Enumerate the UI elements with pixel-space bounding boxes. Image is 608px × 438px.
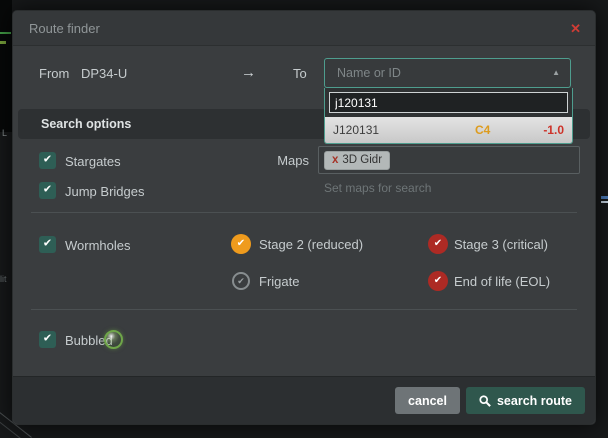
backdrop-text-fragment: L <box>2 128 7 138</box>
stage2-label: Stage 2 (reduced) <box>259 237 363 252</box>
check-icon: ✔ <box>434 239 442 249</box>
remove-tag-icon[interactable]: x <box>332 154 338 166</box>
jump-bridges-label: Jump Bridges <box>65 184 144 199</box>
option-system-name: J120131 <box>333 123 379 137</box>
section-divider <box>31 309 577 310</box>
dropdown-search-input[interactable] <box>329 92 568 113</box>
dialog-header: Route finder ✕ <box>13 11 595 46</box>
check-icon: ✔ <box>43 185 52 196</box>
frigate-label: Frigate <box>259 274 299 289</box>
backdrop-blue-line <box>601 196 608 199</box>
cancel-button-label: cancel <box>408 394 447 408</box>
to-select-placeholder: Name or ID <box>337 59 401 87</box>
option-wormhole-class: C4 <box>475 117 490 143</box>
dropdown-option-system[interactable]: J120131 C4 -1.0 <box>325 117 572 143</box>
backdrop-blue-line <box>601 201 608 203</box>
to-system-select[interactable]: Name or ID ▲ <box>324 58 571 88</box>
chevron-up-icon: ▲ <box>552 59 560 87</box>
maps-label: Maps <box>271 153 309 168</box>
map-tag-label: 3D Gidr <box>342 154 382 166</box>
bubbled-checkbox[interactable]: ✔ <box>39 331 56 348</box>
route-finder-dialog: Route finder ✕ From DP34-U → To Name or … <box>12 10 596 425</box>
section-divider <box>31 212 577 213</box>
map-tag: x 3D Gidr <box>324 151 390 170</box>
search-options-title: Search options <box>41 109 131 139</box>
arrow-right-icon: → <box>241 64 256 81</box>
to-label: To <box>293 66 307 81</box>
to-system-dropdown: J120131 C4 -1.0 <box>324 88 573 144</box>
jump-bridges-checkbox[interactable]: ✔ <box>39 182 56 199</box>
maps-select-input[interactable]: x 3D Gidr <box>318 146 580 174</box>
search-icon <box>479 395 491 407</box>
stage3-label: Stage 3 (critical) <box>454 237 548 252</box>
eol-checkbox[interactable]: ✔ <box>428 271 448 291</box>
check-icon: ✔ <box>237 239 245 249</box>
frigate-checkbox[interactable]: ✔ <box>232 272 250 290</box>
bubble-icon <box>104 330 123 349</box>
stage2-checkbox[interactable]: ✔ <box>231 234 251 254</box>
from-label: From <box>39 66 69 81</box>
option-security-status: -1.0 <box>543 117 564 143</box>
from-value: DP34-U <box>81 66 127 81</box>
dialog-footer: cancel search route <box>13 376 595 424</box>
eol-label: End of life (EOL) <box>454 274 550 289</box>
check-icon: ✔ <box>43 155 52 166</box>
backdrop-text-fragment: lit <box>0 274 7 284</box>
close-icon[interactable]: ✕ <box>570 11 581 46</box>
stage3-checkbox[interactable]: ✔ <box>428 234 448 254</box>
stargates-label: Stargates <box>65 154 121 169</box>
check-icon: ✔ <box>43 239 52 250</box>
check-icon: ✔ <box>43 334 52 345</box>
search-route-button-label: search route <box>497 394 572 408</box>
wormholes-checkbox[interactable]: ✔ <box>39 236 56 253</box>
stargates-checkbox[interactable]: ✔ <box>39 152 56 169</box>
backdrop-dark-strip <box>0 0 12 132</box>
cancel-button[interactable]: cancel <box>395 387 460 414</box>
check-icon: ✔ <box>434 276 442 286</box>
search-route-button[interactable]: search route <box>466 387 585 414</box>
backdrop-lime-dot <box>0 41 6 44</box>
maps-hint-text: Set maps for search <box>324 181 431 195</box>
backdrop-green-line <box>0 32 11 34</box>
dialog-title: Route finder <box>29 11 100 46</box>
wormholes-label: Wormholes <box>65 238 131 253</box>
check-icon: ✔ <box>237 277 245 286</box>
